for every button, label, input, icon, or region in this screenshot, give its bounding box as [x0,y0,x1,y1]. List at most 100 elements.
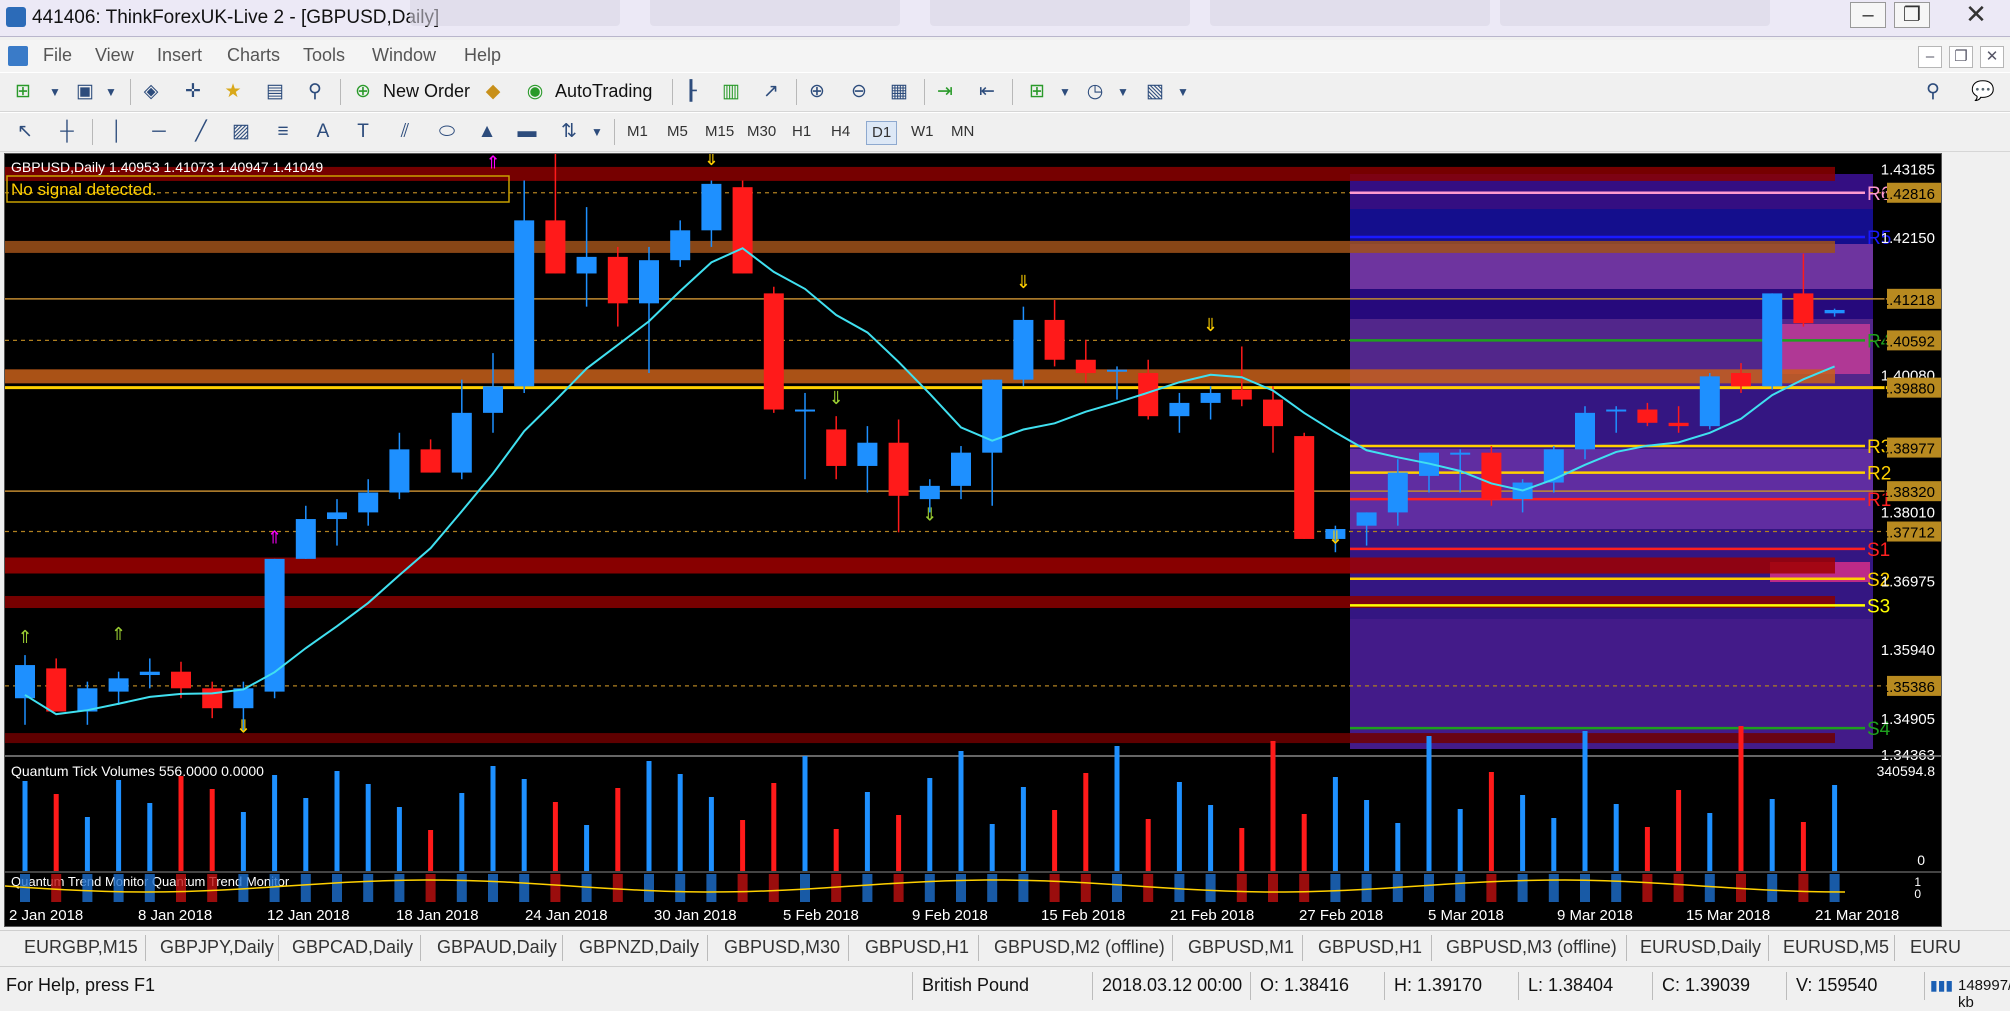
zoom-out-icon[interactable]: ⊖ [846,80,872,104]
fibonacci-icon[interactable]: ≡ [270,120,296,144]
line-chart-icon[interactable]: ↗ [758,80,784,104]
dropdown-arrow-icon[interactable]: ▼ [1170,80,1196,104]
candle-body [108,678,129,692]
child-minimize-icon[interactable]: – [1918,46,1942,68]
tile-windows-icon[interactable]: ▦ [886,80,912,104]
metaeditor-icon[interactable]: ◆ [480,80,506,104]
menu-tools[interactable]: Tools [303,45,345,66]
timeframe-w1[interactable]: W1 [906,121,939,143]
profiles-icon[interactable]: ▣ [72,80,98,104]
background-browser-tab [930,0,1190,26]
status-open: O: 1.38416 [1260,975,1350,995]
autotrading-icon[interactable]: ◉ [522,80,548,104]
trend-monitor-bar [363,874,374,902]
text-icon[interactable]: A [310,120,336,144]
triangle-icon[interactable]: ▲ [474,120,500,144]
close-icon[interactable]: ✕ [1948,1,2004,27]
periods-icon[interactable]: ◷ [1082,80,1108,104]
vertical-line-icon[interactable]: │ [104,120,130,144]
tab-gbpjpy-daily[interactable]: GBPJPY,Daily [160,937,274,958]
autotrading-button[interactable]: AutoTrading [555,81,652,102]
date-axis-label: 8 Jan 2018 [138,907,212,924]
cursor-icon[interactable]: ↖ [12,120,38,144]
chart-shift-icon[interactable]: ⇥ [932,80,958,104]
timeframe-d1[interactable]: D1 [866,121,898,145]
candle-body [607,256,628,304]
autoscroll-icon[interactable]: ⇤ [974,80,1000,104]
timeframe-mn[interactable]: MN [946,121,979,143]
tab-eurusd-partial[interactable]: EURU [1910,937,1961,958]
trend-monitor-bar [1424,874,1434,902]
equidistant-channel-icon[interactable]: ▨ [228,120,254,144]
ellipse-icon[interactable]: ⬭ [434,120,460,144]
trend-monitor-bar [675,874,686,902]
dropdown-arrow-icon[interactable]: ▼ [1052,80,1078,104]
chart-window[interactable]: R6R5R4R3R2R1S1S2S3S4⇑⇑⇓⇑⇑⇑⇓⇓⇓⇓⇓⇓1.431851… [4,153,1942,927]
trend-monitor-bar [737,874,748,902]
maximize-icon[interactable]: ❐ [1894,2,1930,28]
dropdown-arrow-icon[interactable]: ▼ [98,80,124,104]
rectangle-icon[interactable]: ▬ [514,120,540,144]
tab-gbpcad-daily[interactable]: GBPCAD,Daily [292,937,413,958]
navigator-icon[interactable]: ★ [220,80,246,104]
menu-view[interactable]: View [95,45,134,66]
trendline-icon[interactable]: ╱ [188,120,214,144]
timeframe-m1[interactable]: M1 [622,121,653,143]
dropdown-arrow-icon[interactable]: ▼ [42,80,68,104]
market-watch-icon[interactable]: ◈ [138,80,164,104]
timeframe-h4[interactable]: H4 [826,121,855,143]
timeframe-m15[interactable]: M15 [700,121,739,143]
trend-monitor-bar [1455,874,1466,902]
terminal-icon[interactable]: ▤ [262,80,288,104]
timeframe-h1[interactable]: H1 [787,121,816,143]
dropdown-arrow-icon[interactable]: ▼ [584,120,610,144]
new-chart-icon[interactable]: ⊞ [10,80,36,104]
indicators-icon[interactable]: ⊞ [1024,80,1050,104]
fractal-arrow-icon: ⇑ [267,528,282,548]
tab-gbpusd-m2-offline[interactable]: GBPUSD,M2 (offline) [994,937,1165,958]
dropdown-arrow-icon[interactable]: ▼ [1110,80,1136,104]
price-chart[interactable]: R6R5R4R3R2R1S1S2S3S4⇑⇑⇓⇑⇑⇑⇓⇓⇓⇓⇓⇓1.431851… [5,154,1941,926]
new-order-icon[interactable]: ⊕ [350,80,376,104]
tab-eurusd-daily[interactable]: EURUSD,Daily [1640,937,1761,958]
strategy-tester-icon[interactable]: ⚲ [302,80,328,104]
zoom-in-icon[interactable]: ⊕ [804,80,830,104]
horizontal-line-icon[interactable]: ─ [146,120,172,144]
crosshair-icon[interactable]: ┼ [54,120,80,144]
new-order-button[interactable]: New Order [383,81,470,102]
menu-window[interactable]: Window [372,45,436,66]
menu-help[interactable]: Help [464,45,501,66]
fractal-arrow-icon: ⇓ [1016,272,1031,292]
text-label-icon[interactable]: T [350,120,376,144]
bar-chart-icon[interactable]: ┠ [678,80,704,104]
chat-icon[interactable]: 💬 [1970,80,1996,104]
trend-monitor-bar [1642,874,1653,902]
tab-eurusd-m5[interactable]: EURUSD,M5 [1783,937,1889,958]
menu-file[interactable]: File [43,45,72,66]
child-restore-icon[interactable]: ❐ [1949,46,1973,68]
tab-gbpusd-m3-offline[interactable]: GBPUSD,M3 (offline) [1446,937,1617,958]
data-window-icon[interactable]: ✛ [180,80,206,104]
channel-icon[interactable]: ⫽ [392,120,418,144]
timeframe-m5[interactable]: M5 [662,121,693,143]
minimize-icon[interactable]: – [1850,2,1886,28]
candle-body [1481,452,1502,500]
menu-insert[interactable]: Insert [157,45,202,66]
tab-gbpusd-m1[interactable]: GBPUSD,M1 [1188,937,1294,958]
tab-gbpnzd-daily[interactable]: GBPNZD,Daily [579,937,699,958]
candle-body [514,220,535,387]
menu-charts[interactable]: Charts [227,45,280,66]
child-close-icon[interactable]: ✕ [1980,46,2004,68]
trend-monitor-bar [987,874,998,902]
timeframe-m30[interactable]: M30 [742,121,781,143]
fractal-arrow-icon: ⇓ [922,504,937,524]
tab-eurgbp-m15[interactable]: EURGBP,M15 [24,937,138,958]
templates-icon[interactable]: ▧ [1142,80,1168,104]
tab-gbpaud-daily[interactable]: GBPAUD,Daily [437,937,557,958]
tab-gbpusd-m30[interactable]: GBPUSD,M30 [724,937,840,958]
search-icon[interactable]: ⚲ [1920,80,1946,104]
candlesticks-icon[interactable]: ▥ [718,80,744,104]
tab-gbpusd-h1[interactable]: GBPUSD,H1 [865,937,969,958]
arrows-icon[interactable]: ⇅ [556,120,582,144]
tab-gbpusd-h1-2[interactable]: GBPUSD,H1 [1318,937,1422,958]
